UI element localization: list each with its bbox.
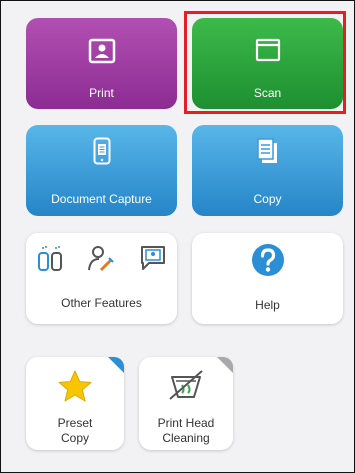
question-mark-icon (252, 244, 284, 276)
nozzle-brush-icon (169, 370, 203, 400)
help-label: Help (255, 298, 280, 312)
scan-tile[interactable]: Scan (192, 18, 343, 109)
preset-copy-label-line2: Copy (60, 431, 89, 445)
copy-label: Copy (253, 192, 282, 206)
document-capture-tile[interactable]: Document Capture (26, 125, 177, 216)
phone-document-icon (93, 137, 111, 165)
corner-marker (108, 357, 124, 373)
documents-stack-icon (257, 138, 277, 163)
print-tile[interactable]: Print (26, 18, 177, 109)
home-screen: Print Scan Document Capture Copy Other F… (0, 0, 355, 473)
user-pen-icon (88, 246, 114, 272)
other-features-tile[interactable]: Other Features (26, 233, 177, 324)
print-head-cleaning-label-line1: Print Head (157, 416, 215, 430)
star-icon (58, 370, 92, 402)
print-head-cleaning-label-line2: Cleaning (162, 431, 210, 445)
copy-tile[interactable]: Copy (192, 125, 343, 216)
photo-chat-icon (141, 246, 165, 270)
corner-marker (217, 357, 233, 373)
preset-copy-label-line1: Preset (57, 416, 93, 430)
scan-label: Scan (253, 86, 282, 100)
help-tile[interactable]: Help (192, 233, 343, 324)
print-label: Print (89, 86, 114, 100)
ink-bottles-icon (38, 246, 62, 271)
preset-copy-tile[interactable]: Preset Copy (26, 357, 124, 450)
scanner-window-icon (255, 38, 281, 62)
photo-frame-icon (88, 38, 116, 64)
document-capture-label: Document Capture (51, 192, 152, 206)
other-features-label: Other Features (61, 296, 142, 310)
print-head-cleaning-tile[interactable]: Print Head Cleaning (139, 357, 233, 450)
